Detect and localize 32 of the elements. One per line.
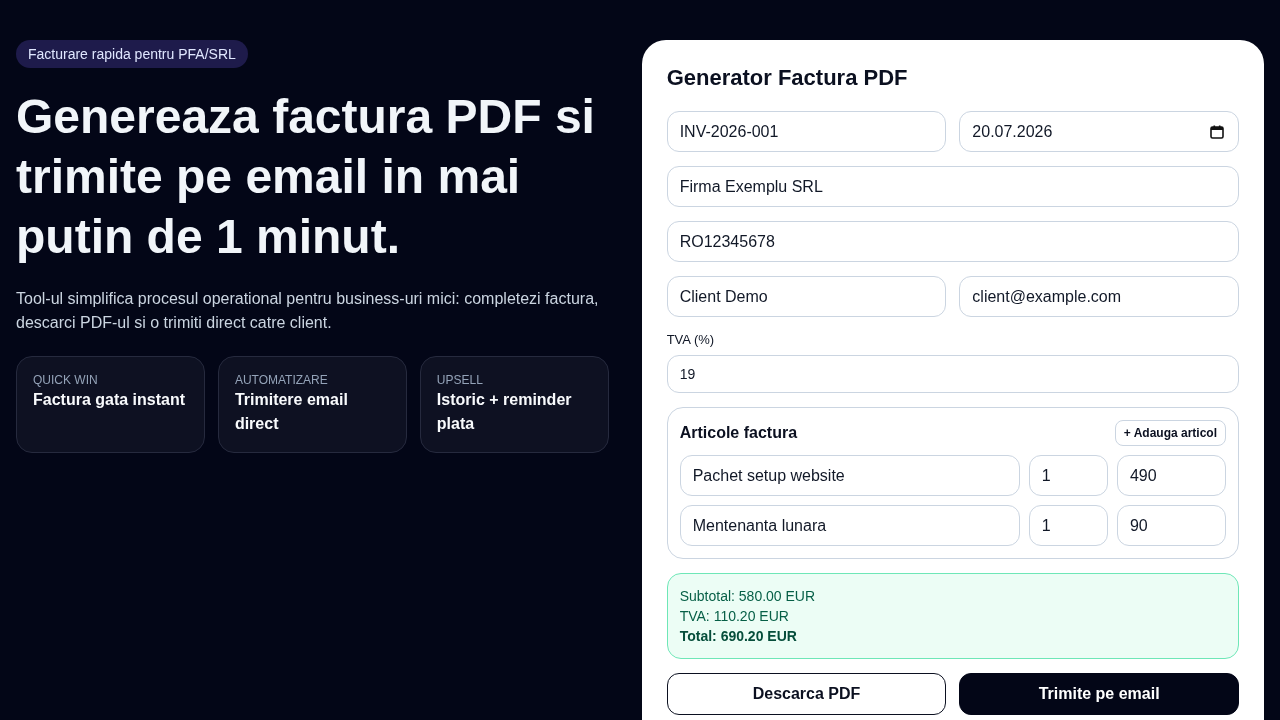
feature-label: QUICK WIN [33,372,99,388]
total-line: TVA: 110.20 EUR [679,607,790,626]
input-field[interactable]: Client Demo [666,276,947,317]
field-label: TVA (%) [666,331,716,349]
action-button[interactable]: Descarca PDF [666,673,947,715]
input-field[interactable]: Mentenanta lunara [679,505,1020,546]
total-line: Subtotal: 580.00 EUR [679,587,817,606]
calendar-icon[interactable] [1210,125,1224,139]
input-field[interactable]: 1 [1028,455,1108,496]
tagline-badge: Facturare rapida pentru PFA/SRL [16,40,248,68]
input-field[interactable]: client@example.com [959,276,1239,317]
section-title: Articole factura [679,424,798,442]
hero-heading: Genereaza factura PDF si trimite pe email in mai putin de 1 minut. [16,89,596,265]
input-field[interactable]: INV-2026-001 [666,111,947,152]
add-item-button[interactable]: + Adauga articol [1114,420,1226,446]
date-field[interactable]: 20.07.2026 [959,111,1239,152]
input-field[interactable]: 90 [1116,505,1226,546]
total-text: Total: 690.20 EUR [679,627,798,646]
input-field[interactable]: Firma Exemplu SRL [666,166,1239,207]
action-button[interactable]: Trimite pe email [959,673,1239,715]
hero-description: Tool-ul simplifica procesul operational pentru business-uri mici: completezi factura, descarci PDF-ul si o trimiti direct catre client. [16,289,600,333]
input-field[interactable]: 490 [1116,455,1226,496]
feature-title: Factura gata instant [33,390,187,410]
panel-title: Generator Factura PDF [666,64,909,92]
feature-label: UPSELL [436,372,484,388]
feature-title: Trimitere email direct [234,390,349,434]
input-field[interactable]: 19 [666,355,1239,393]
input-field[interactable]: RO12345678 [666,221,1239,262]
feature-label: AUTOMATIZARE [234,372,329,388]
input-field[interactable]: 1 [1028,505,1108,546]
feature-title: Istoric + reminder plata [436,390,573,434]
input-field[interactable]: Pachet setup website [679,455,1020,496]
